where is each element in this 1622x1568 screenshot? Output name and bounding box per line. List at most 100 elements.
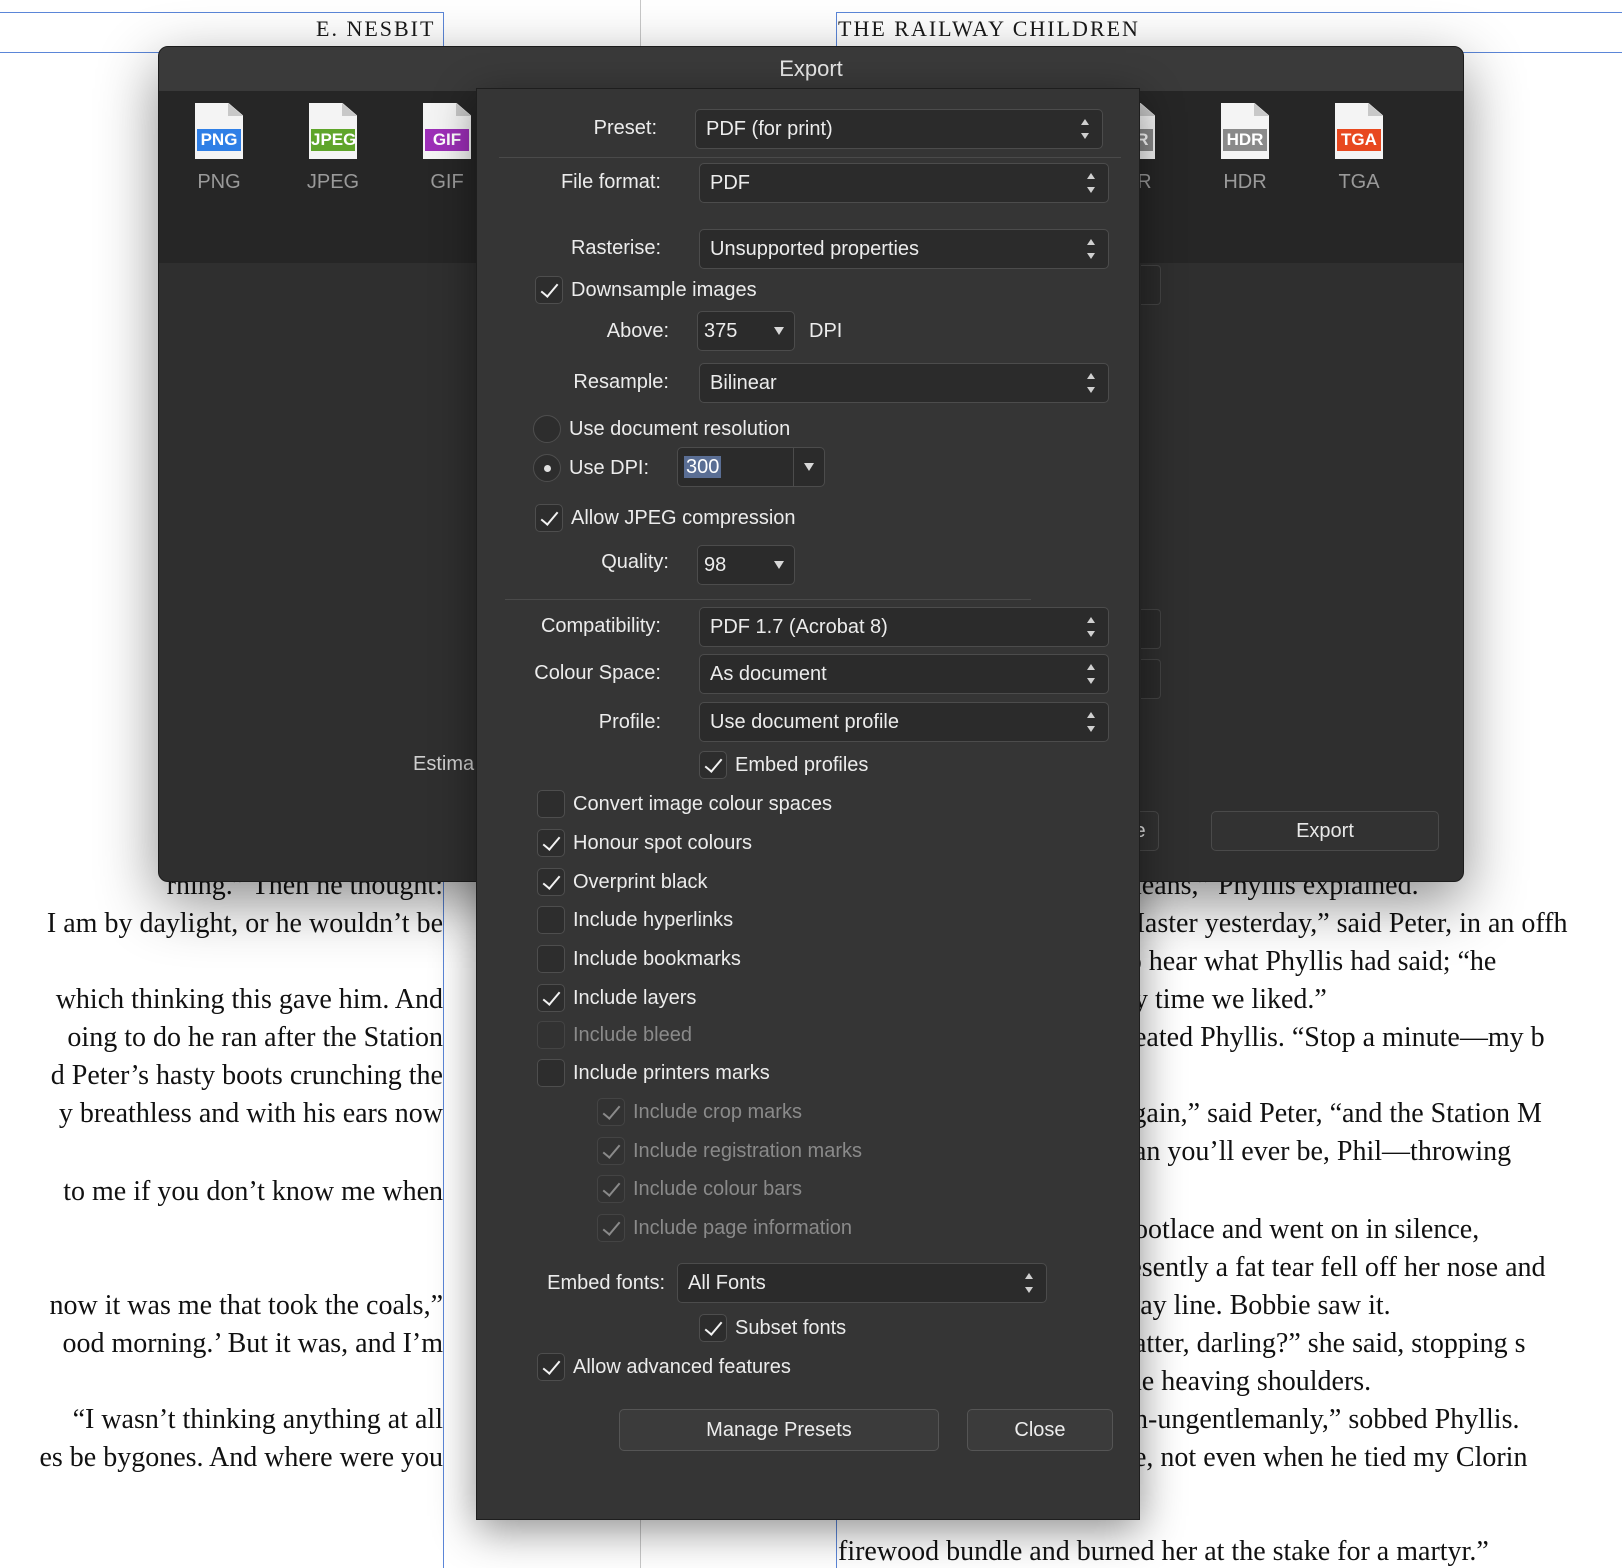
include-bleed-checkbox: Include bleed: [537, 1021, 957, 1051]
checkbox-box[interactable]: [537, 1353, 565, 1381]
hidden-field: [1141, 609, 1161, 649]
text-line: natter, darling?” she said, stopping s: [1120, 1328, 1526, 1359]
overprint-black-checkbox[interactable]: Overprint black: [537, 868, 957, 898]
format-tga-button[interactable]: TGA TGA: [1319, 103, 1399, 194]
estimate-label: Estima: [413, 753, 475, 775]
text-line: peated Phyllis. “Stop a minute—my b: [1120, 1022, 1545, 1053]
checkbox-label: Include bleed: [573, 1024, 692, 1046]
text-line: now it was me that took the coals,”: [0, 1290, 443, 1322]
profile-select[interactable]: Use document profile: [699, 702, 1109, 742]
checkbox-box[interactable]: [537, 945, 565, 973]
checkbox-box[interactable]: [699, 751, 727, 779]
use-dpi-combo[interactable]: 300: [677, 447, 825, 487]
embed-profiles-checkbox[interactable]: Embed profiles: [699, 751, 999, 781]
checkbox-box[interactable]: [535, 276, 563, 304]
include-bookmarks-checkbox[interactable]: Include bookmarks: [537, 945, 957, 975]
embed-fonts-select[interactable]: All Fonts: [677, 1263, 1047, 1303]
stepper-icon: [1024, 1273, 1034, 1293]
rasterise-select[interactable]: Unsupported properties: [699, 229, 1109, 269]
allow-jpeg-compression-checkbox[interactable]: Allow JPEG compression: [535, 504, 935, 534]
include-printers-marks-checkbox[interactable]: Include printers marks: [537, 1059, 957, 1089]
checkbox-box[interactable]: [535, 504, 563, 532]
page-fold-icon: [1254, 103, 1269, 116]
text-line: “I wasn’t thinking anything at all: [0, 1404, 443, 1436]
text-line-content: “I wasn’t thinking anything at all: [72, 1404, 443, 1435]
resample-select[interactable]: Bilinear: [699, 363, 1109, 403]
checkbox-label: Include bookmarks: [573, 948, 741, 970]
text-line-content: oing to do he ran after the Station: [67, 1022, 443, 1053]
window-title: Export: [159, 47, 1463, 91]
margin-guide: [836, 12, 1622, 13]
page-fold-icon: [1140, 103, 1155, 116]
checkbox-label: Allow advanced features: [573, 1356, 791, 1378]
embed-fonts-value: All Fonts: [688, 1272, 766, 1294]
file-icon: TGA: [1335, 103, 1383, 159]
include-hyperlinks-checkbox[interactable]: Include hyperlinks: [537, 906, 957, 936]
text-line: oing to do he ran after the Station: [0, 1022, 443, 1054]
text-line: I am by daylight, or he wouldn’t be: [0, 908, 443, 940]
margin-guide: [0, 12, 443, 13]
checkbox-box[interactable]: [537, 1059, 565, 1087]
rasterise-value: Unsupported properties: [710, 238, 920, 260]
quality-combo[interactable]: 98: [697, 545, 795, 585]
format-label: HDR: [1223, 171, 1267, 193]
close-button[interactable]: Close: [967, 1409, 1113, 1451]
downsample-images-checkbox[interactable]: Downsample images: [535, 276, 935, 306]
text-line: y breathless and with his ears now: [0, 1098, 443, 1130]
format-tag: JPEG: [311, 129, 357, 151]
rasterise-label: Rasterise:: [570, 237, 661, 259]
format-gif-button[interactable]: GIF GIF: [407, 103, 487, 194]
checkbox-box[interactable]: [537, 984, 565, 1012]
text-line: way line. Bobbie saw it.: [1120, 1290, 1391, 1321]
text-line: Master yesterday,” said Peter, in an off…: [1120, 908, 1568, 939]
checkbox-box[interactable]: [537, 829, 565, 857]
use-dpi-value[interactable]: 300: [684, 456, 722, 478]
file-icon: HDR: [1221, 103, 1269, 159]
format-tag: PNG: [197, 129, 241, 151]
file-format-select[interactable]: PDF: [699, 163, 1109, 203]
compatibility-select[interactable]: PDF 1.7 (Acrobat 8): [699, 607, 1109, 647]
dropdown-arrow-icon[interactable]: [774, 327, 784, 335]
checkbox-label: Include hyperlinks: [573, 909, 734, 931]
allow-advanced-features-checkbox[interactable]: Allow advanced features: [537, 1353, 937, 1383]
page-fold-icon: [228, 103, 243, 116]
stepper-icon: [1086, 664, 1096, 684]
dropdown-arrow-icon[interactable]: [804, 463, 814, 471]
export-button[interactable]: Export: [1211, 811, 1439, 851]
subset-fonts-checkbox[interactable]: Subset fonts: [699, 1314, 999, 1344]
use-document-resolution-radio[interactable]: [533, 415, 561, 443]
checkbox-box[interactable]: [537, 790, 565, 818]
format-tag: HDR: [1223, 129, 1267, 151]
colour-space-select[interactable]: As document: [699, 654, 1109, 694]
dpi-unit-label: DPI: [809, 320, 843, 342]
text-line: ke, not even when he tied my Clorin: [1120, 1442, 1528, 1473]
preset-select[interactable]: PDF (for print): [695, 109, 1103, 149]
honour-spot-colours-checkbox[interactable]: Honour spot colours: [537, 829, 957, 859]
text-line: firewood bundle and burned her at the st…: [838, 1536, 1489, 1567]
text-line: han you’ll ever be, Phil—throwing: [1120, 1136, 1512, 1167]
format-jpeg-button[interactable]: JPEG JPEG: [293, 103, 373, 194]
dropdown-arrow-icon[interactable]: [774, 561, 784, 569]
stepper-icon: [1086, 712, 1096, 732]
format-hdr-button[interactable]: HDR HDR: [1205, 103, 1285, 194]
text-line-content: es be bygones. And where were you: [39, 1442, 443, 1473]
text-line: es be bygones. And where were you: [0, 1442, 443, 1474]
manage-presets-button[interactable]: Manage Presets: [619, 1409, 939, 1451]
stepper-icon: [1080, 119, 1090, 139]
above-dpi-combo[interactable]: 375: [697, 311, 795, 351]
use-dpi-radio[interactable]: [533, 454, 561, 482]
text-line: ood morning.’ But it was, and I’m: [0, 1328, 443, 1360]
include-layers-checkbox[interactable]: Include layers: [537, 984, 957, 1014]
text-line: d Peter’s hasty boots crunching the: [0, 1060, 443, 1092]
checkbox-box[interactable]: [699, 1314, 727, 1342]
convert-image-colour-spaces-checkbox[interactable]: Convert image colour spaces: [537, 790, 957, 820]
checkbox-box[interactable]: [537, 868, 565, 896]
checkbox-box[interactable]: [537, 906, 565, 934]
text-line: to me if you don’t know me when: [0, 1176, 443, 1208]
profile-value: Use document profile: [710, 711, 899, 733]
pdf-options-panel: Preset: PDF (for print) File format: PDF…: [476, 88, 1140, 1520]
preset-value: PDF (for print): [706, 118, 833, 140]
format-png-button[interactable]: PNG PNG: [179, 103, 259, 194]
compatibility-label: Compatibility:: [540, 615, 661, 637]
checkbox-label: Include printers marks: [573, 1062, 770, 1084]
